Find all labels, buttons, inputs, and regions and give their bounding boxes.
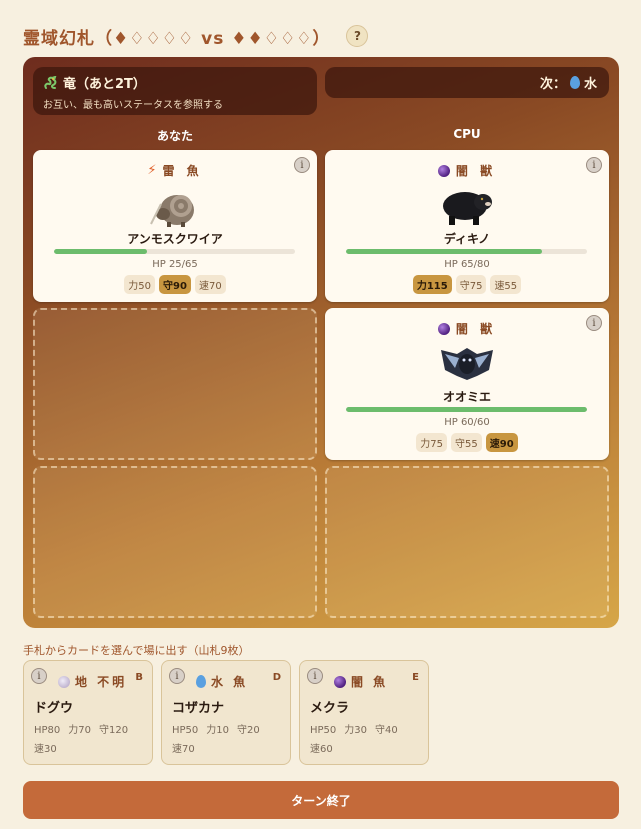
player-column-label: あなた (156, 129, 193, 143)
card-attack: 力30 (344, 725, 368, 736)
next-label: 次： (539, 77, 566, 92)
stat-speed: 速90 (485, 433, 518, 452)
stat-defense: 守75 (455, 275, 487, 294)
monster-portrait (443, 192, 492, 225)
card-defense: 守120 (99, 725, 129, 736)
monster-name: アンモスクワイア (127, 232, 223, 246)
hp-bar (346, 249, 587, 254)
lightning-icon: ⚡ (147, 163, 157, 178)
hp-bar (54, 249, 295, 254)
water-drop-icon (196, 675, 206, 688)
stat-attack: 力50 (124, 275, 156, 294)
monster-type: 闇 獣 (455, 322, 497, 336)
cpu-slot-2[interactable]: i 闇 獣 オオミエ HP 60/60 力75 守55 速90 (325, 308, 609, 460)
info-icon[interactable]: i (307, 668, 323, 684)
card-attack: 力10 (206, 725, 230, 736)
stat-attack: 力75 (416, 433, 448, 452)
hand-card-3[interactable]: i 闇 魚 E メクラ HP50 力30 守40 速60 (299, 660, 429, 765)
card-defense: 守40 (375, 725, 398, 736)
card-hp: HP50 (310, 725, 337, 736)
cpu-slot-1[interactable]: i 闇 獣 ディキノ HP 65/80 力115 守75 速55 (325, 150, 609, 302)
card-rank: D (272, 672, 281, 683)
info-icon[interactable]: i (31, 668, 47, 684)
player-slot-3-empty[interactable] (33, 466, 317, 618)
card-speed: 速30 (34, 744, 57, 755)
card-name: ドグウ (34, 701, 74, 716)
dark-orb-icon (334, 675, 346, 688)
dark-orb-icon (437, 164, 450, 177)
card-rank: E (412, 672, 419, 683)
game-title: 霊域幻札（♦♢♢♢♢ vs ♦♦♢♢♢） (23, 28, 331, 49)
cpu-slot-3-empty (325, 466, 609, 618)
monster-portrait (150, 195, 194, 227)
hp-text: HP 65/80 (444, 259, 490, 270)
monster-name: オオミエ (442, 390, 491, 404)
card-type: 闇 魚 (351, 675, 389, 689)
hand-card-2[interactable]: i 水 魚 D コザカナ HP50 力10 守20 速70 (161, 660, 291, 765)
card-attack: 力70 (68, 725, 92, 736)
field-description: お互い、最も高いステータスを参照する (43, 100, 223, 111)
hp-text: HP 25/65 (152, 259, 198, 270)
card-name: コザカナ (172, 701, 225, 716)
help-button[interactable]: ? (346, 25, 369, 47)
card-speed: 速60 (310, 744, 333, 755)
end-turn-button[interactable]: ターン終了 (23, 781, 619, 819)
dragon-icon (44, 75, 57, 89)
monster-type: 闇 獣 (455, 164, 497, 178)
cpu-column-label: CPU (453, 127, 481, 141)
monster-name: ディキノ (443, 232, 491, 246)
card-name: メクラ (310, 701, 350, 716)
player-slot-2-empty[interactable] (33, 308, 317, 460)
card-speed: 速70 (172, 744, 195, 755)
stat-defense: 守55 (451, 433, 482, 452)
info-icon[interactable]: i (169, 668, 185, 684)
hand-card-1[interactable]: i 地 不明 B ドグウ HP80 力70 守120 速30 (23, 660, 153, 765)
stat-speed: 速55 (490, 275, 522, 294)
hp-bar (346, 407, 587, 412)
monster-portrait (441, 348, 493, 380)
hand-instruction: 手札からカードを選んで場に出す（山札9枚） (23, 644, 250, 657)
field-effect-panel: 竜（あと2T） お互い、最も高いステータスを参照する (33, 67, 317, 115)
player-slot-1[interactable]: i ⚡ 雷 魚 アンモスクワイア HP 25/65 力50 守90 速70 (33, 150, 317, 302)
water-drop-icon (569, 76, 580, 89)
next-element-panel: 次： 水 (325, 67, 609, 98)
stat-defense: 守90 (159, 275, 191, 294)
card-rank: B (135, 672, 143, 683)
title-row: 霊域幻札（♦♢♢♢♢ vs ♦♦♢♢♢） ? (23, 22, 623, 50)
battle-board: 竜（あと2T） お互い、最も高いステータスを参照する 次： 水 あなた CPU … (23, 57, 619, 628)
card-hp: HP80 (34, 725, 61, 736)
earth-orb-icon (58, 675, 70, 688)
stat-attack: 力115 (412, 275, 452, 294)
stat-speed: 速70 (194, 275, 226, 294)
card-type: 水 魚 (211, 675, 249, 689)
monster-type: 雷 魚 (162, 164, 203, 178)
card-hp: HP50 (172, 725, 199, 736)
hp-text: HP 60/60 (444, 417, 490, 428)
card-type: 地 不明 (75, 675, 128, 689)
field-name: 竜（あと2T） (63, 77, 146, 92)
dark-orb-icon (437, 322, 450, 335)
card-defense: 守20 (237, 725, 260, 736)
next-element: 水 (583, 77, 597, 92)
